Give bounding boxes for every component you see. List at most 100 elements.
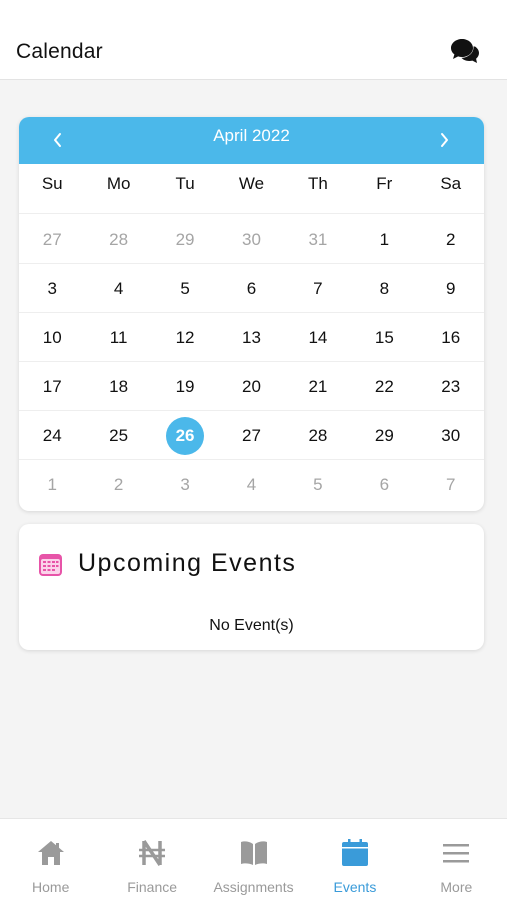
upcoming-events-title: Upcoming Events (78, 549, 297, 577)
calendar-day-number: 3 (47, 279, 57, 298)
calendar-day[interactable]: 28 (285, 411, 351, 459)
weekday-label: Mo (106, 174, 131, 193)
calendar-day[interactable]: 2 (85, 460, 151, 509)
calendar-day[interactable]: 6 (218, 264, 284, 312)
calendar-day[interactable]: 19 (152, 362, 218, 410)
tab-assignments[interactable]: Assignments (203, 819, 304, 900)
no-events-text: No Event(s) (209, 617, 294, 634)
calendar-day-selected[interactable]: 26 (152, 411, 218, 459)
calendar-day-number: 25 (109, 426, 129, 445)
calendar-day[interactable]: 11 (85, 313, 151, 361)
calendar-day[interactable]: 7 (418, 460, 484, 509)
calendar-day[interactable]: 8 (351, 264, 417, 312)
calendar-day[interactable]: 9 (418, 264, 484, 312)
calendar-day[interactable]: 28 (85, 215, 151, 263)
calendar-day[interactable]: 22 (351, 362, 417, 410)
month-label: April 2022 (213, 126, 290, 145)
calendar-day-number: 3 (180, 475, 190, 494)
calendar-icon (341, 839, 368, 866)
calendar-day[interactable]: 2 (418, 215, 484, 263)
tab-home[interactable]: Home (0, 819, 101, 900)
calendar-day[interactable]: 12 (152, 313, 218, 361)
calendar-day-number: 26 (175, 426, 195, 445)
calendar-day[interactable]: 7 (285, 264, 351, 312)
calendar-day-number: 8 (379, 279, 390, 298)
chat-button[interactable] (448, 36, 482, 68)
calendar-week-row: 24 25 26 27 28 29 30 (19, 411, 484, 460)
chat-bubbles-icon (451, 39, 479, 63)
calendar-day[interactable]: 14 (285, 313, 351, 361)
calendar-day[interactable]: 10 (19, 313, 85, 361)
calendar-day[interactable]: 15 (351, 313, 417, 361)
calendar-day[interactable]: 30 (418, 411, 484, 459)
calendar-day[interactable]: 27 (218, 411, 284, 459)
calendar-day-number: 1 (379, 230, 390, 249)
calendar-day[interactable]: 29 (351, 411, 417, 459)
tab-label: Finance (127, 879, 178, 895)
weekday-label: Tu (175, 174, 195, 193)
calendar-day[interactable]: 25 (85, 411, 151, 459)
calendar-day[interactable]: 4 (85, 264, 151, 312)
calendar-week-row: 27 28 29 30 31 1 2 (19, 215, 484, 264)
calendar-day[interactable]: 13 (218, 313, 284, 361)
calendar-day[interactable]: 18 (85, 362, 151, 410)
calendar-day[interactable]: 6 (351, 460, 417, 509)
app-header: Calendar (0, 0, 507, 80)
calendar-day-number: 2 (113, 475, 124, 494)
chevron-right-icon (441, 133, 448, 147)
calendar-day[interactable]: 4 (218, 460, 284, 509)
calendar-day[interactable]: 20 (218, 362, 284, 410)
naira-icon (139, 840, 166, 866)
calendar-day[interactable]: 24 (19, 411, 85, 459)
weekday-label: Fr (376, 174, 393, 193)
calendar-day-number: 12 (175, 328, 195, 347)
page-title: Calendar (16, 40, 103, 63)
next-month-button[interactable] (429, 125, 459, 155)
calendar-day-number: 28 (308, 426, 328, 445)
weekday-label: Th (307, 174, 328, 193)
calendar-day-number: 22 (374, 377, 394, 396)
calendar-day[interactable]: 3 (152, 460, 218, 509)
calendar-day-number: 28 (109, 230, 129, 249)
calendar-day-number: 24 (42, 426, 62, 445)
calendar-day[interactable]: 31 (285, 215, 351, 263)
calendar-day-number: 14 (308, 328, 328, 347)
tab-finance[interactable]: Finance (101, 819, 202, 900)
calendar-day-number: 18 (109, 377, 129, 396)
calendar-day[interactable]: 5 (285, 460, 351, 509)
calendar-day[interactable]: 30 (218, 215, 284, 263)
calendar-day[interactable]: 3 (19, 264, 85, 312)
weekday-label: Sa (440, 174, 462, 193)
tab-events[interactable]: Events (304, 819, 405, 900)
home-icon (37, 841, 64, 865)
calendar-day-number: 4 (113, 279, 124, 298)
calendar-week-row: 10 11 12 13 14 15 16 (19, 313, 484, 362)
calendar-day-number: 11 (109, 328, 128, 347)
calendar-week-row: 17 18 19 20 21 22 23 (19, 362, 484, 411)
calendar-day[interactable]: 23 (418, 362, 484, 410)
calendar-day[interactable]: 1 (351, 215, 417, 263)
calendar-day[interactable]: 27 (19, 215, 85, 263)
calendar-day-number: 19 (175, 377, 195, 396)
calendar-day-number: 21 (308, 377, 328, 396)
calendar-card: April 2022 Su Mo Tu We Th Fr Sa 27 28 29 30… (19, 117, 484, 511)
calendar-grid: 27 28 29 30 31 1 2 3 4 5 6 7 8 9 10 11 12 13 14 15 16 17 18 19 2… (19, 215, 484, 509)
tab-label: Home (32, 879, 70, 895)
calendar-day[interactable]: 1 (19, 460, 85, 509)
calendar-day[interactable]: 21 (285, 362, 351, 410)
tab-more[interactable]: More (406, 819, 507, 900)
calendar-day-number: 27 (242, 426, 261, 445)
calendar-day[interactable]: 29 (152, 215, 218, 263)
calendar-day[interactable]: 17 (19, 362, 85, 410)
calendar-day[interactable]: 5 (152, 264, 218, 312)
calendar-day-number: 6 (379, 475, 390, 494)
calendar-week-row: 1 2 3 4 5 6 7 (19, 460, 484, 509)
calendar-day-number: 7 (313, 279, 323, 298)
book-icon (240, 841, 267, 865)
calendar-day-number: 23 (441, 377, 461, 396)
calendar-day[interactable]: 16 (418, 313, 484, 361)
calendar-day-number: 31 (308, 230, 328, 249)
bottom-tab-bar: Home Finance Assignments Events More (0, 818, 507, 900)
calendar-icon (39, 554, 62, 576)
calendar-day-number: 29 (374, 426, 394, 445)
